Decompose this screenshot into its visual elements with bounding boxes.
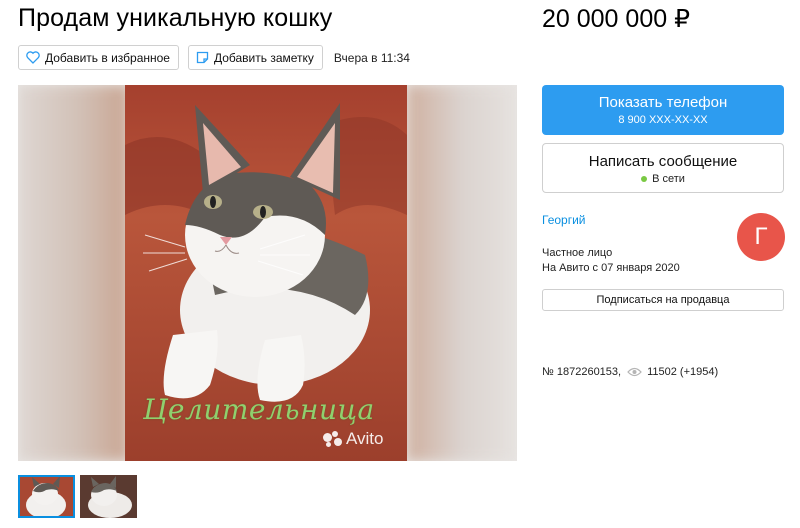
- seller-avatar[interactable]: Г: [737, 213, 785, 261]
- listing-title: Продам уникальную кошку: [18, 4, 333, 32]
- seller-type: Частное лицо: [542, 247, 613, 259]
- watermark-text: Avito: [346, 429, 384, 448]
- cat-thumbnail-image: [80, 475, 137, 518]
- gallery-blur-left: [18, 85, 128, 461]
- seller-name-link[interactable]: Георгий: [542, 213, 586, 227]
- photo-gallery[interactable]: Целительница Avito: [18, 85, 517, 461]
- phone-number-masked: 8 900 XXX-XX-XX: [618, 114, 708, 126]
- listing-date: Вчера в 11:34: [333, 50, 410, 65]
- listing-actions: Добавить в избранное Добавить заметку Вч…: [18, 45, 410, 70]
- note-icon: [196, 51, 209, 64]
- online-status: В сети: [543, 173, 783, 185]
- seller-since: На Авито с 07 января 2020: [542, 262, 680, 274]
- note-label: Добавить заметку: [213, 50, 314, 65]
- favorites-label: Добавить в избранное: [45, 50, 170, 65]
- thumbnail-2[interactable]: [80, 475, 137, 518]
- photo-caption: Целительница: [143, 393, 375, 426]
- thumbnail-1[interactable]: [18, 475, 75, 518]
- avito-watermark: Avito: [323, 429, 384, 449]
- views-count: 11502 (+1954): [647, 366, 719, 378]
- gallery-blur-right: [407, 85, 517, 461]
- subscribe-seller-button[interactable]: Подписаться на продавца: [542, 289, 784, 311]
- thumbnail-strip: [18, 475, 142, 518]
- show-phone-button[interactable]: Показать телефон 8 900 XXX-XX-XX: [542, 85, 784, 135]
- show-phone-label: Показать телефон: [598, 94, 728, 111]
- online-status-text: В сети: [652, 173, 685, 185]
- add-note-button[interactable]: Добавить заметку: [187, 45, 323, 70]
- main-photo[interactable]: Целительница Avito: [125, 85, 407, 461]
- online-dot-icon: [641, 176, 648, 182]
- listing-meta: № 1872260153, 11502 (+1954): [542, 366, 718, 378]
- write-message-button[interactable]: Написать сообщение В сети: [542, 143, 784, 193]
- cat-thumbnail-image: [18, 475, 75, 518]
- add-to-favorites-button[interactable]: Добавить в избранное: [18, 45, 179, 70]
- avito-logo-icon: [323, 431, 343, 447]
- listing-id: № 1872260153,: [542, 366, 622, 378]
- heart-icon: [26, 51, 40, 64]
- eye-icon: [627, 367, 642, 377]
- listing-price: 20 000 000 ₽: [542, 5, 690, 33]
- write-message-label: Написать сообщение: [588, 153, 738, 170]
